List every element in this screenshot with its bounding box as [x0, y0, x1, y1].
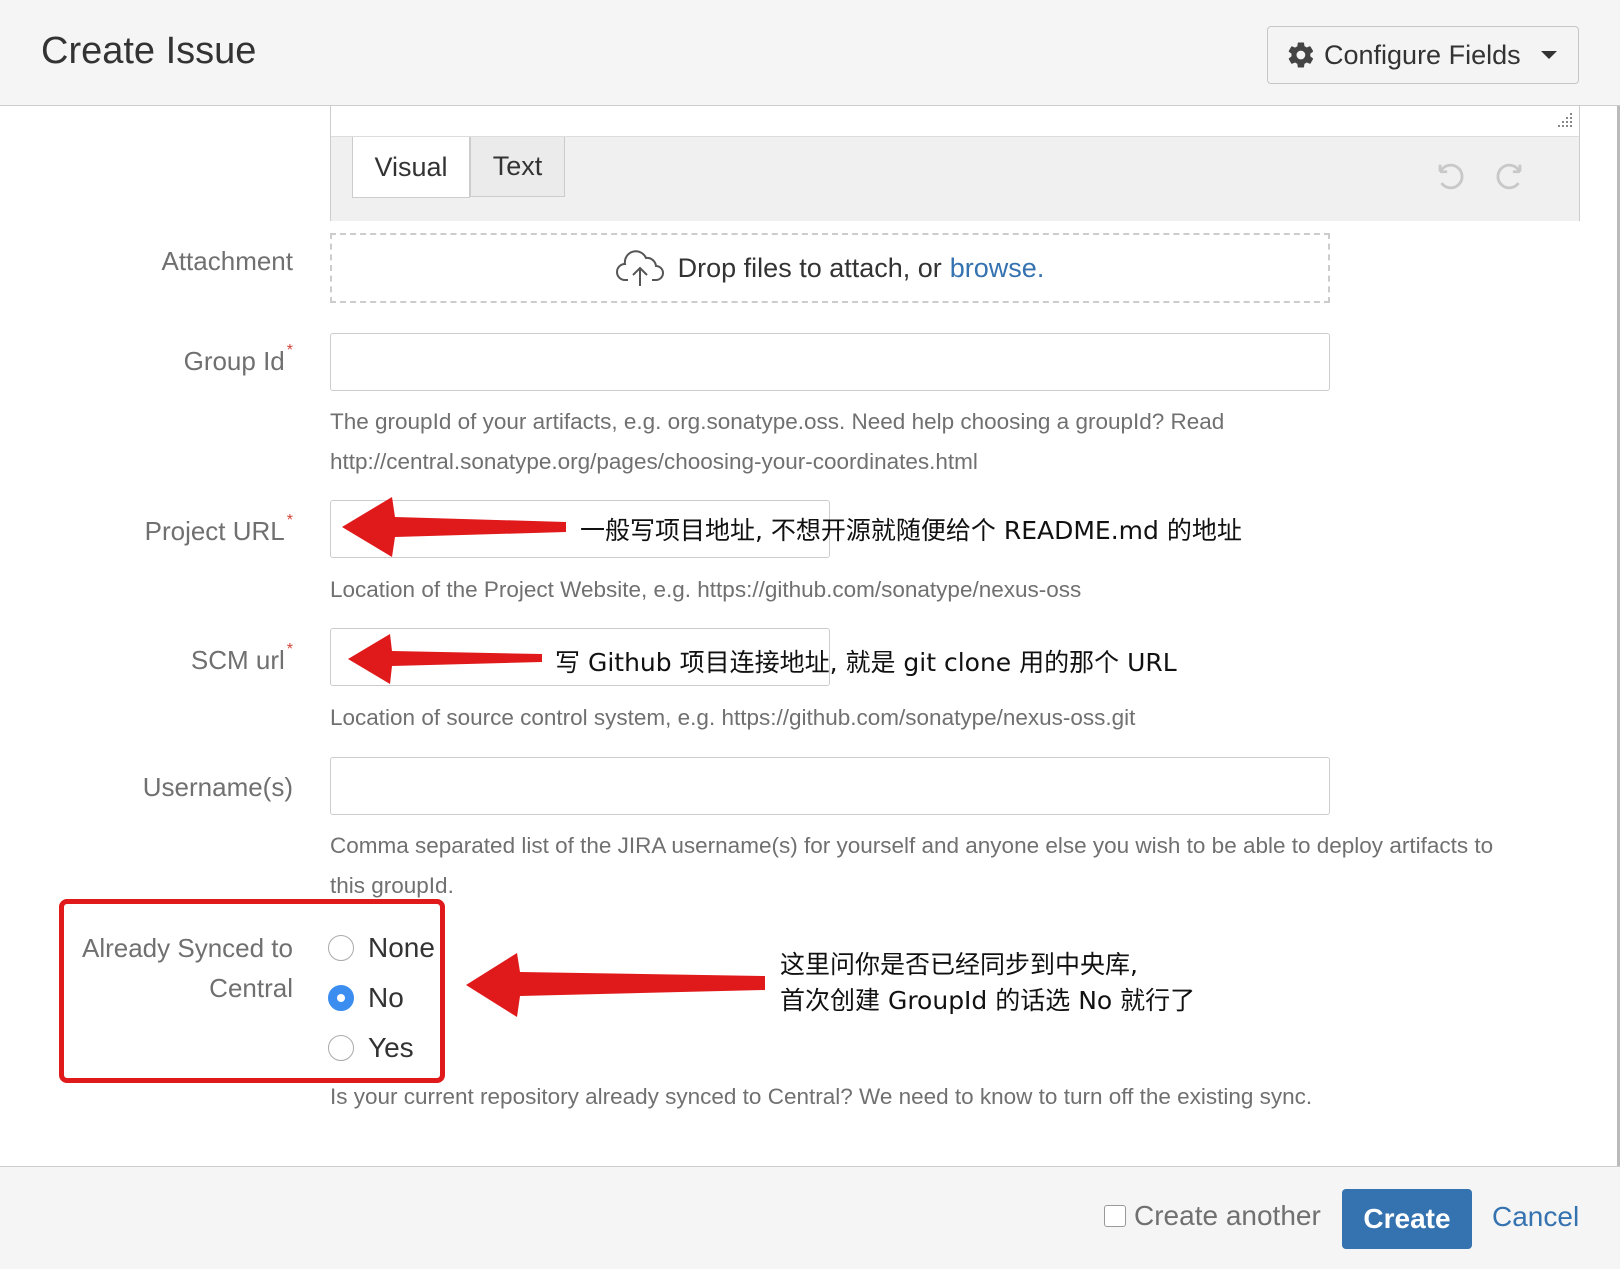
annotation-arrows [342, 497, 765, 1017]
arrow-annotation-icon [342, 497, 566, 557]
create-issue-dialog: Create Issue Configure Fields Visual Tex… [0, 0, 1620, 1269]
cancel-link[interactable]: Cancel [1492, 1201, 1579, 1233]
annotation-project-url: 一般写项目地址, 不想开源就随便给个 README.md 的地址 [580, 516, 1242, 545]
create-another-label: Create another [1134, 1200, 1321, 1231]
arrow-annotation-icon [348, 634, 542, 684]
create-another-option[interactable]: Create another [1104, 1200, 1321, 1232]
annotation-synced-line1: 这里问你是否已经同步到中央库, [780, 950, 1138, 979]
annotation-scm-url: 写 Github 项目连接地址, 就是 git clone 用的那个 URL [555, 648, 1177, 677]
arrow-annotation-icon [466, 953, 765, 1017]
annotation-synced-line2: 首次创建 GroupId 的话选 No 就行了 [780, 986, 1196, 1015]
annotation-synced: 这里问你是否已经同步到中央库, 首次创建 GroupId 的话选 No 就行了 [780, 947, 1195, 1019]
create-another-checkbox[interactable] [1104, 1205, 1126, 1227]
create-button[interactable]: Create [1342, 1189, 1472, 1249]
dialog-footer: Create another Create Cancel [0, 1166, 1620, 1269]
